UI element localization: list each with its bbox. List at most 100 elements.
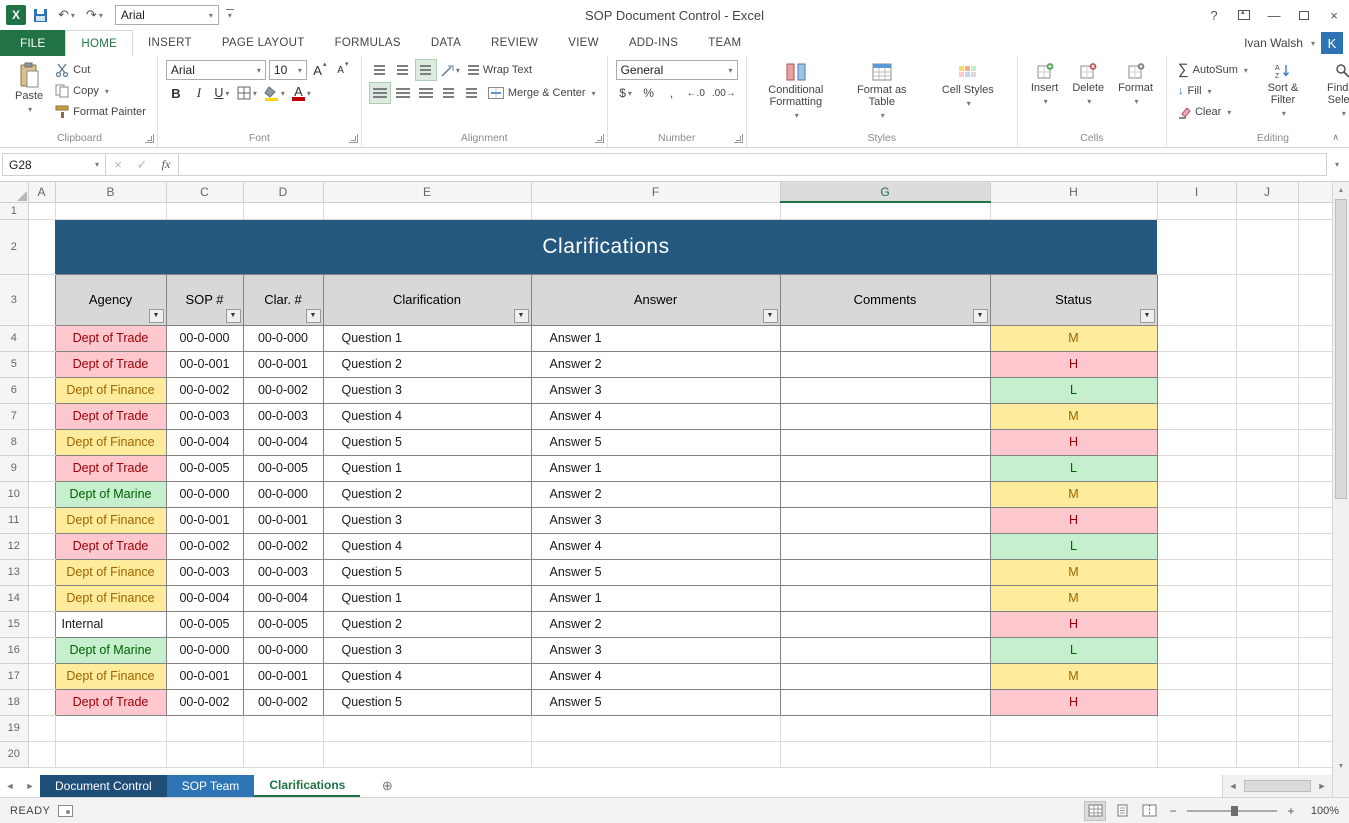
cell-D17[interactable]: 00-0-001 — [243, 663, 323, 689]
cell-G15[interactable] — [780, 611, 990, 637]
row-header-14[interactable]: 14 — [0, 585, 28, 611]
cell-A8[interactable] — [28, 429, 55, 455]
cell-D13[interactable]: 00-0-003 — [243, 559, 323, 585]
cell-E17[interactable]: Question 4 — [323, 663, 531, 689]
clipboard-dialog-launcher[interactable] — [145, 134, 154, 143]
cell-C18[interactable]: 00-0-002 — [166, 689, 243, 715]
cell-D8[interactable]: 00-0-004 — [243, 429, 323, 455]
cell-B18[interactable]: Dept of Trade — [55, 689, 166, 715]
formula-input[interactable] — [179, 153, 1327, 176]
cell-A5[interactable] — [28, 351, 55, 377]
cell-C17[interactable]: 00-0-001 — [166, 663, 243, 689]
previous-sheet-button[interactable]: ◄ — [0, 775, 20, 797]
conditional-formatting-button[interactable]: Conditional Formatting ▾ — [755, 60, 837, 124]
cell-I2[interactable] — [1157, 219, 1236, 274]
row-header-3[interactable]: 3 — [0, 274, 28, 325]
cell-F1[interactable] — [531, 202, 780, 219]
table-header-clarification[interactable]: Clarification▼ — [323, 274, 531, 325]
cell-E8[interactable]: Question 5 — [323, 429, 531, 455]
italic-button[interactable]: I — [189, 83, 209, 103]
cell-D5[interactable]: 00-0-001 — [243, 351, 323, 377]
cell-I4[interactable] — [1157, 325, 1236, 351]
decrease-indent-button[interactable] — [439, 83, 459, 103]
merge-center-button[interactable]: Merge & Center ▾ — [485, 83, 599, 103]
cell-F13[interactable]: Answer 5 — [531, 559, 780, 585]
cell-I19[interactable] — [1157, 715, 1236, 741]
qat-font-select[interactable]: Arial▾ — [115, 5, 219, 25]
cell-A14[interactable] — [28, 585, 55, 611]
cell-C1[interactable] — [166, 202, 243, 219]
cell-A11[interactable] — [28, 507, 55, 533]
cell-D14[interactable]: 00-0-004 — [243, 585, 323, 611]
cell-F19[interactable] — [531, 715, 780, 741]
column-header-A[interactable]: A — [28, 182, 55, 202]
ribbon-tab-insert[interactable]: INSERT — [133, 30, 207, 56]
cell-F9[interactable]: Answer 1 — [531, 455, 780, 481]
cell-D12[interactable]: 00-0-002 — [243, 533, 323, 559]
vertical-scrollbar[interactable]: ▲ ▼ — [1332, 182, 1349, 775]
cell-J16[interactable] — [1236, 637, 1298, 663]
cell-F15[interactable]: Answer 2 — [531, 611, 780, 637]
cell-I5[interactable] — [1157, 351, 1236, 377]
scroll-right-button[interactable]: ► — [1312, 781, 1332, 791]
row-header-9[interactable]: 9 — [0, 455, 28, 481]
cell-A19[interactable] — [28, 715, 55, 741]
cell-F18[interactable]: Answer 5 — [531, 689, 780, 715]
row-header-17[interactable]: 17 — [0, 663, 28, 689]
cell-F20[interactable] — [531, 741, 780, 767]
cell-J2[interactable] — [1236, 219, 1298, 274]
cell-B13[interactable]: Dept of Finance — [55, 559, 166, 585]
cell-E19[interactable] — [323, 715, 531, 741]
cell-D19[interactable] — [243, 715, 323, 741]
cell-H12[interactable]: L — [990, 533, 1157, 559]
cell-H20[interactable] — [990, 741, 1157, 767]
cell-E15[interactable]: Question 2 — [323, 611, 531, 637]
cell-H11[interactable]: H — [990, 507, 1157, 533]
cell-F17[interactable]: Answer 4 — [531, 663, 780, 689]
name-box[interactable]: G28 ▾ — [2, 153, 106, 176]
cell-E5[interactable]: Question 2 — [323, 351, 531, 377]
table-header-status[interactable]: Status▼ — [990, 274, 1157, 325]
cell-I6[interactable] — [1157, 377, 1236, 403]
cell-H9[interactable]: L — [990, 455, 1157, 481]
cell-C12[interactable]: 00-0-002 — [166, 533, 243, 559]
undo-button[interactable]: ↶▾ — [55, 5, 78, 25]
minimize-button[interactable]: — — [1259, 1, 1289, 29]
cell-D16[interactable]: 00-0-000 — [243, 637, 323, 663]
table-header-agency[interactable]: Agency▼ — [55, 274, 166, 325]
row-header-19[interactable]: 19 — [0, 715, 28, 741]
ribbon-tab-home[interactable]: HOME — [65, 30, 133, 56]
expand-formula-bar-button[interactable]: ▾ — [1327, 153, 1347, 176]
ribbon-tab-review[interactable]: REVIEW — [476, 30, 553, 56]
cell-I1[interactable] — [1157, 202, 1236, 219]
cell-B17[interactable]: Dept of Finance — [55, 663, 166, 689]
cell-E12[interactable]: Question 4 — [323, 533, 531, 559]
cell-styles-button[interactable]: Cell Styles ▾ — [927, 60, 1009, 124]
macro-record-button[interactable] — [58, 805, 73, 817]
ribbon-tab-formulas[interactable]: FORMULAS — [320, 30, 416, 56]
cell-A10[interactable] — [28, 481, 55, 507]
cell-G12[interactable] — [780, 533, 990, 559]
cell-E10[interactable]: Question 2 — [323, 481, 531, 507]
zoom-out-button[interactable]: − — [1166, 804, 1180, 818]
cell-C8[interactable]: 00-0-004 — [166, 429, 243, 455]
cell-A4[interactable] — [28, 325, 55, 351]
cell-H7[interactable]: M — [990, 403, 1157, 429]
table-header-comments[interactable]: Comments▼ — [780, 274, 990, 325]
cell-C20[interactable] — [166, 741, 243, 767]
row-header-15[interactable]: 15 — [0, 611, 28, 637]
cell-G6[interactable] — [780, 377, 990, 403]
fill-color-button[interactable]: ▾ — [262, 83, 287, 103]
horizontal-scroll-thumb[interactable] — [1244, 780, 1311, 792]
page-break-preview-button[interactable] — [1139, 802, 1159, 820]
cell-H6[interactable]: L — [990, 377, 1157, 403]
sheet-tab-document-control[interactable]: Document Control — [40, 775, 167, 797]
cell-B20[interactable] — [55, 741, 166, 767]
cell-B11[interactable]: Dept of Finance — [55, 507, 166, 533]
cell-E11[interactable]: Question 3 — [323, 507, 531, 533]
font-size-select[interactable]: 10▾ — [269, 60, 307, 80]
row-header-4[interactable]: 4 — [0, 325, 28, 351]
cell-E7[interactable]: Question 4 — [323, 403, 531, 429]
cell-A15[interactable] — [28, 611, 55, 637]
copy-button[interactable]: Copy ▾ — [52, 81, 149, 101]
